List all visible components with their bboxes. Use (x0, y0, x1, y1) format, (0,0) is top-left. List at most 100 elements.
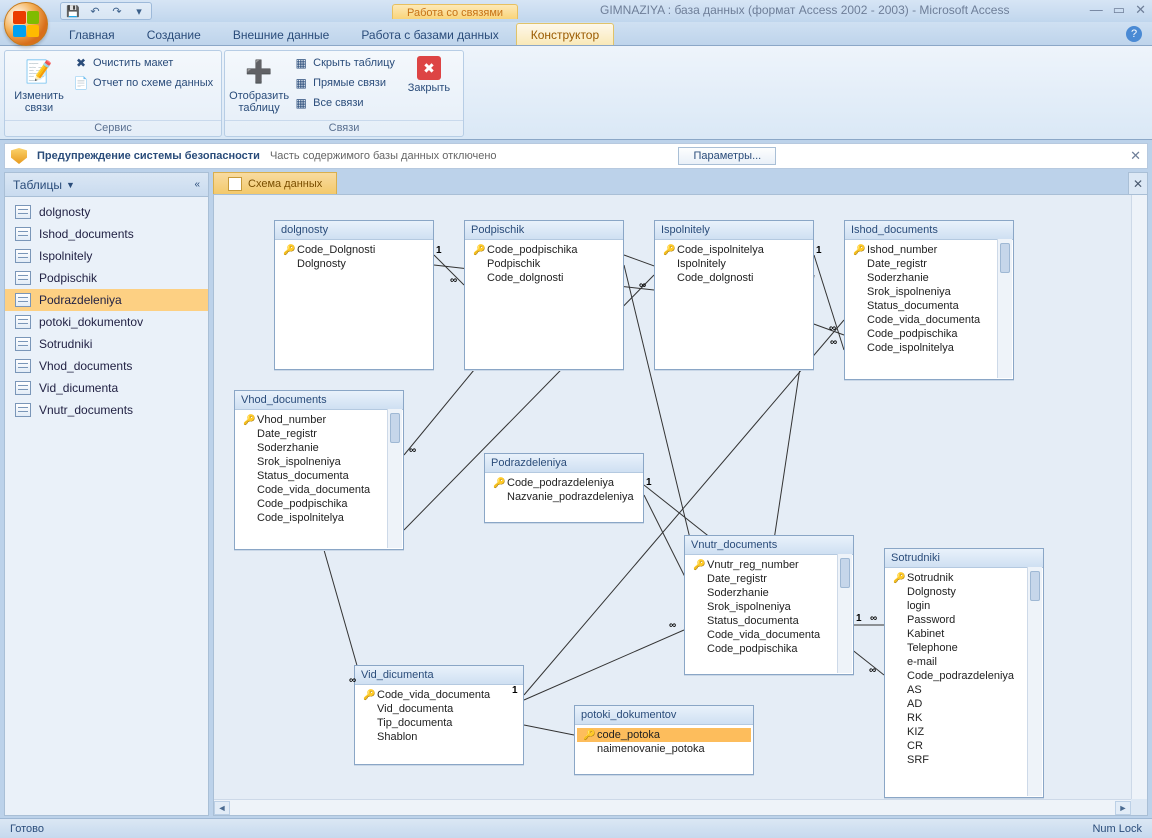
nav-dropdown-icon[interactable]: ▼ (66, 180, 75, 190)
close-relations-button[interactable]: ✖ Закрыть (401, 54, 457, 96)
table-field[interactable]: Code_podpischika (237, 497, 401, 511)
table-ispolnitely[interactable]: Ispolnitely🔑Code_ispolnitelyaIspolnitely… (654, 220, 814, 370)
hide-table-button[interactable]: ▦Скрыть таблицу (291, 54, 397, 72)
table-dolgnosty[interactable]: dolgnosty 🔑Code_DolgnostiDolgnosty (274, 220, 434, 370)
all-relations-button[interactable]: ▦Все связи (291, 94, 397, 112)
table-header[interactable]: Podpischik (465, 221, 623, 240)
scroll-right-icon[interactable]: ► (1115, 801, 1131, 815)
nav-item-sotrudniki[interactable]: Sotrudniki (5, 333, 208, 355)
table-field[interactable]: Code_vida_documenta (847, 313, 1011, 327)
tab-design[interactable]: Конструктор (516, 23, 614, 45)
table-field[interactable]: KIZ (887, 725, 1041, 739)
table-field[interactable]: login (887, 599, 1041, 613)
table-scrollbar[interactable] (387, 409, 402, 548)
table-field[interactable]: Telephone (887, 641, 1041, 655)
redo-icon[interactable]: ↷ (109, 3, 125, 19)
security-close-button[interactable]: ✕ (1130, 148, 1141, 164)
table-field[interactable]: Dolgnosty (277, 257, 431, 271)
table-header[interactable]: potoki_dokumentov (575, 706, 753, 725)
table-field[interactable]: Podpischik (467, 257, 621, 271)
scroll-left-icon[interactable]: ◄ (214, 801, 230, 815)
table-podrazdel[interactable]: Podrazdeleniya🔑Code_podrazdeleniyaNazvan… (484, 453, 644, 523)
table-field[interactable]: Status_documenta (237, 469, 401, 483)
table-field[interactable]: CR (887, 739, 1041, 753)
tab-external-data[interactable]: Внешние данные (218, 23, 345, 45)
table-field[interactable]: Tip_documenta (357, 716, 521, 730)
table-field[interactable]: 🔑Code_vida_documenta (357, 688, 521, 702)
document-tab-close-button[interactable]: ✕ (1128, 172, 1148, 194)
table-field[interactable]: Code_vida_documenta (687, 628, 851, 642)
table-field[interactable]: 🔑Ishod_number (847, 243, 1011, 257)
table-field[interactable]: naimenovanie_potoka (577, 742, 751, 756)
tab-home[interactable]: Главная (54, 23, 130, 45)
table-ishod[interactable]: Ishod_documents 🔑Ishod_numberDate_registr… (844, 220, 1014, 380)
nav-pane-header[interactable]: Таблицы ▼ « (5, 173, 208, 197)
table-field[interactable]: SRF (887, 753, 1041, 767)
table-potoki[interactable]: potoki_dokumentov 🔑code_potokanaimenovani… (574, 705, 754, 775)
table-scrollbar[interactable] (997, 239, 1012, 378)
table-field[interactable]: Srok_ispolneniya (237, 455, 401, 469)
office-button[interactable] (4, 2, 48, 46)
nav-item-vhod_documents[interactable]: Vhod_documents (5, 355, 208, 377)
table-field[interactable]: Code_vida_documenta (237, 483, 401, 497)
relationships-canvas[interactable]: ◄ ► dolgnosty 🔑Code_DolgnostiDolgnosty Pod… (213, 194, 1148, 816)
table-field[interactable]: Status_documenta (687, 614, 851, 628)
table-scrollbar[interactable] (1027, 567, 1042, 796)
table-header[interactable]: Vnutr_documents (685, 536, 853, 555)
table-field[interactable]: Code_podrazdeleniya (887, 669, 1041, 683)
table-field[interactable]: Srok_ispolneniya (687, 600, 851, 614)
table-field[interactable]: Code_ispolnitelya (237, 511, 401, 525)
help-icon[interactable]: ? (1126, 26, 1142, 42)
direct-relations-button[interactable]: ▦Прямые связи (291, 74, 397, 92)
table-field[interactable]: AD (887, 697, 1041, 711)
table-field[interactable]: Kabinet (887, 627, 1041, 641)
table-field[interactable]: 🔑Code_ispolnitelya (657, 243, 811, 257)
table-field[interactable]: 🔑Code_podpischika (467, 243, 621, 257)
table-field[interactable]: 🔑Vnutr_reg_number (687, 558, 851, 572)
nav-item-ishod_documents[interactable]: Ishod_documents (5, 223, 208, 245)
table-field[interactable]: 🔑Code_podrazdeleniya (487, 476, 641, 490)
nav-item-ispolnitely[interactable]: Ispolnitely (5, 245, 208, 267)
table-sotrudniki[interactable]: Sotrudniki🔑SotrudnikDolgnostyloginPasswo… (884, 548, 1044, 798)
table-header[interactable]: dolgnosty (275, 221, 433, 240)
table-field[interactable]: AS (887, 683, 1041, 697)
table-field[interactable]: Date_registr (237, 427, 401, 441)
table-field[interactable]: e-mail (887, 655, 1041, 669)
table-field[interactable]: 🔑code_potoka (577, 728, 751, 742)
nav-item-podrazdeleniya[interactable]: Podrazdeleniya (5, 289, 208, 311)
nav-item-vnutr_documents[interactable]: Vnutr_documents (5, 399, 208, 421)
table-field[interactable]: Shablon (357, 730, 521, 744)
table-field[interactable]: Vid_documenta (357, 702, 521, 716)
document-tab-relationships[interactable]: Схема данных (213, 172, 337, 194)
table-field[interactable]: Date_registr (687, 572, 851, 586)
table-vhod[interactable]: Vhod_documents🔑Vhod_numberDate_registrSo… (234, 390, 404, 550)
tab-database-tools[interactable]: Работа с базами данных (346, 23, 513, 45)
nav-item-vid_dicumenta[interactable]: Vid_dicumenta (5, 377, 208, 399)
table-header[interactable]: Ispolnitely (655, 221, 813, 240)
clear-layout-button[interactable]: ✖Очистить макет (71, 54, 215, 72)
horizontal-scrollbar[interactable]: ◄ ► (214, 799, 1131, 815)
table-scrollbar[interactable] (837, 554, 852, 673)
undo-icon[interactable]: ↶ (87, 3, 103, 19)
table-field[interactable]: Date_registr (847, 257, 1011, 271)
table-field[interactable]: Code_ispolnitelya (847, 341, 1011, 355)
table-field[interactable]: Code_podpischika (847, 327, 1011, 341)
table-field[interactable]: Srok_ispolneniya (847, 285, 1011, 299)
table-podpischik[interactable]: Podpischik🔑Code_podpischikaPodpischikCod… (464, 220, 624, 370)
nav-item-potoki_dokumentov[interactable]: potoki_dokumentov (5, 311, 208, 333)
table-vid[interactable]: Vid_dicumenta 🔑Code_vida_documentaVid_doc… (354, 665, 524, 765)
table-field[interactable]: Nazvanie_podrazdeleniya (487, 490, 641, 504)
table-field[interactable]: 🔑Vhod_number (237, 413, 401, 427)
table-field[interactable]: Ispolnitely (657, 257, 811, 271)
table-header[interactable]: Vid_dicumenta (355, 666, 523, 685)
table-field[interactable]: Soderzhanie (847, 271, 1011, 285)
table-header[interactable]: Ishod_documents (845, 221, 1013, 240)
table-field[interactable]: 🔑Code_Dolgnosti (277, 243, 431, 257)
show-table-button[interactable]: ➕ Отобразить таблицу (231, 54, 287, 116)
table-field[interactable]: 🔑Sotrudnik (887, 571, 1041, 585)
table-field[interactable]: Soderzhanie (237, 441, 401, 455)
table-vnutr[interactable]: Vnutr_documents 🔑Vnutr_reg_numberDate_reg… (684, 535, 854, 675)
relationship-report-button[interactable]: 📄Отчет по схеме данных (71, 74, 215, 92)
qat-dropdown-icon[interactable]: ▾ (131, 3, 147, 19)
vertical-scrollbar[interactable] (1131, 195, 1147, 799)
